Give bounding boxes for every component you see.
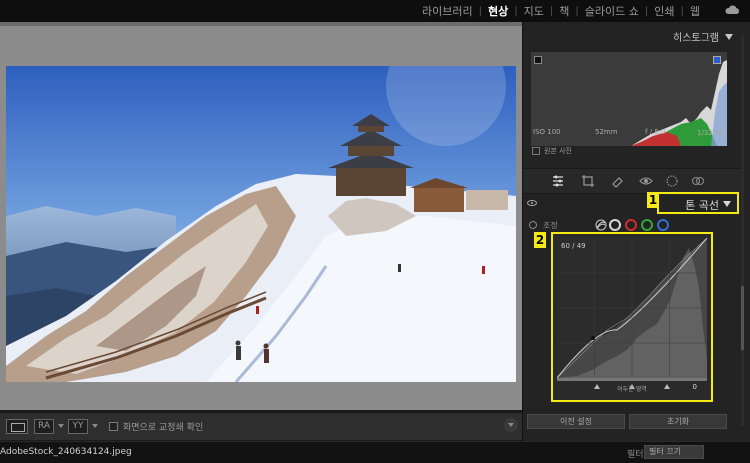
before-after-button[interactable]: RA bbox=[34, 419, 54, 434]
view-toolbar: RA YY 화면으로 교정쇄 확인 bbox=[0, 412, 522, 440]
red-eye-icon[interactable] bbox=[639, 174, 653, 188]
filmstrip-bar: AdobeStock_240634124.jpeg 필터: 필터 끄기 bbox=[0, 441, 750, 463]
module-develop[interactable]: 현상 bbox=[482, 3, 514, 19]
highlight-clipping-icon[interactable] bbox=[713, 56, 721, 64]
target-adjust-icon[interactable] bbox=[529, 221, 537, 229]
curve-output-value: 0 bbox=[692, 383, 697, 391]
channel-red-button[interactable] bbox=[625, 219, 637, 231]
filename-label: AdobeStock_240634124.jpeg bbox=[0, 447, 132, 457]
module-bar: 라이브러리 | 현상 | 지도 | 책 | 슬라이드 쇼 | 인쇄 | 웹 bbox=[0, 0, 750, 22]
annotation-badge-2: 2 bbox=[534, 232, 546, 248]
parametric-curve-icon[interactable] bbox=[595, 219, 607, 231]
previous-settings-button[interactable]: 이전 설정 bbox=[527, 414, 625, 429]
curve-point-readout: 60 / 49 bbox=[561, 242, 586, 250]
histogram-title: 히스토그램 bbox=[673, 33, 719, 44]
tone-curve-title: 톤 곡선 bbox=[685, 199, 719, 212]
photo-preview[interactable] bbox=[6, 66, 516, 382]
photo-illustration bbox=[6, 66, 516, 382]
panel-visibility-eye-icon[interactable] bbox=[527, 200, 537, 206]
presets-icon[interactable] bbox=[691, 174, 705, 188]
channel-green-button[interactable] bbox=[641, 219, 653, 231]
module-picker: 라이브러리 | 현상 | 지도 | 책 | 슬라이드 쇼 | 인쇄 | 웹 bbox=[416, 3, 706, 19]
adjust-label: 조정 bbox=[543, 221, 558, 230]
tone-curve-title-highlight[interactable]: 톤 곡선 bbox=[657, 192, 739, 214]
toolbar-menu-button[interactable] bbox=[504, 418, 518, 432]
before-after-swap-button[interactable]: YY bbox=[68, 419, 88, 434]
panel-scrollbar[interactable] bbox=[741, 36, 744, 426]
image-view[interactable] bbox=[0, 22, 522, 410]
aperture-value: f / 8.0 bbox=[645, 128, 666, 136]
masking-icon[interactable] bbox=[665, 174, 679, 188]
develop-panel: 히스토그램 ISO 100 52mm f / 8.0 1/320초 원본 사진 bbox=[522, 22, 750, 441]
filter-select[interactable]: 필터 끄기 bbox=[644, 445, 704, 459]
edit-sliders-icon[interactable] bbox=[551, 174, 565, 188]
tone-curve-graph[interactable]: 60 / 49 어두운 영역 0 bbox=[551, 232, 713, 402]
develop-tool-strip bbox=[523, 168, 741, 194]
original-photo-checkbox[interactable] bbox=[532, 147, 540, 155]
swap-dropdown-icon[interactable] bbox=[92, 424, 98, 428]
module-print[interactable]: 인쇄 bbox=[648, 3, 680, 19]
channel-blue-button[interactable] bbox=[657, 219, 669, 231]
module-map[interactable]: 지도 bbox=[518, 3, 550, 19]
channel-rgb-button[interactable] bbox=[609, 219, 621, 231]
softproof-checkbox[interactable] bbox=[109, 422, 118, 431]
focal-length-value: 52mm bbox=[595, 128, 618, 136]
iso-value: ISO 100 bbox=[533, 128, 561, 136]
panel-scrollbar-thumb[interactable] bbox=[741, 286, 744, 350]
module-slideshow[interactable]: 슬라이드 쇼 bbox=[579, 3, 645, 19]
tone-curve-header[interactable]: 1 톤 곡선 bbox=[523, 192, 741, 214]
shadow-clipping-icon[interactable] bbox=[534, 56, 542, 64]
collapse-triangle-icon[interactable] bbox=[723, 201, 731, 207]
original-photo-label: 원본 사진 bbox=[544, 147, 572, 155]
cloud-icon[interactable] bbox=[724, 5, 740, 15]
tone-curve-canvas[interactable]: 60 / 49 어두운 영역 0 bbox=[557, 238, 707, 394]
shutter-value: 1/320초 bbox=[697, 129, 724, 137]
curve-region-label: 어두운 영역 bbox=[617, 386, 647, 393]
crop-icon[interactable] bbox=[581, 174, 595, 188]
histogram-header[interactable]: 히스토그램 bbox=[529, 26, 735, 46]
reset-button[interactable]: 초기화 bbox=[629, 414, 727, 429]
softproof-label: 화면으로 교정쇄 확인 bbox=[123, 423, 204, 433]
healing-eraser-icon[interactable] bbox=[611, 174, 625, 188]
loupe-view-button[interactable] bbox=[6, 419, 28, 434]
collapse-triangle-icon[interactable] bbox=[725, 34, 733, 40]
module-web[interactable]: 웹 bbox=[684, 3, 706, 19]
module-book[interactable]: 책 bbox=[553, 3, 575, 19]
before-after-dropdown-icon[interactable] bbox=[58, 424, 64, 428]
module-library[interactable]: 라이브러리 bbox=[416, 3, 479, 19]
